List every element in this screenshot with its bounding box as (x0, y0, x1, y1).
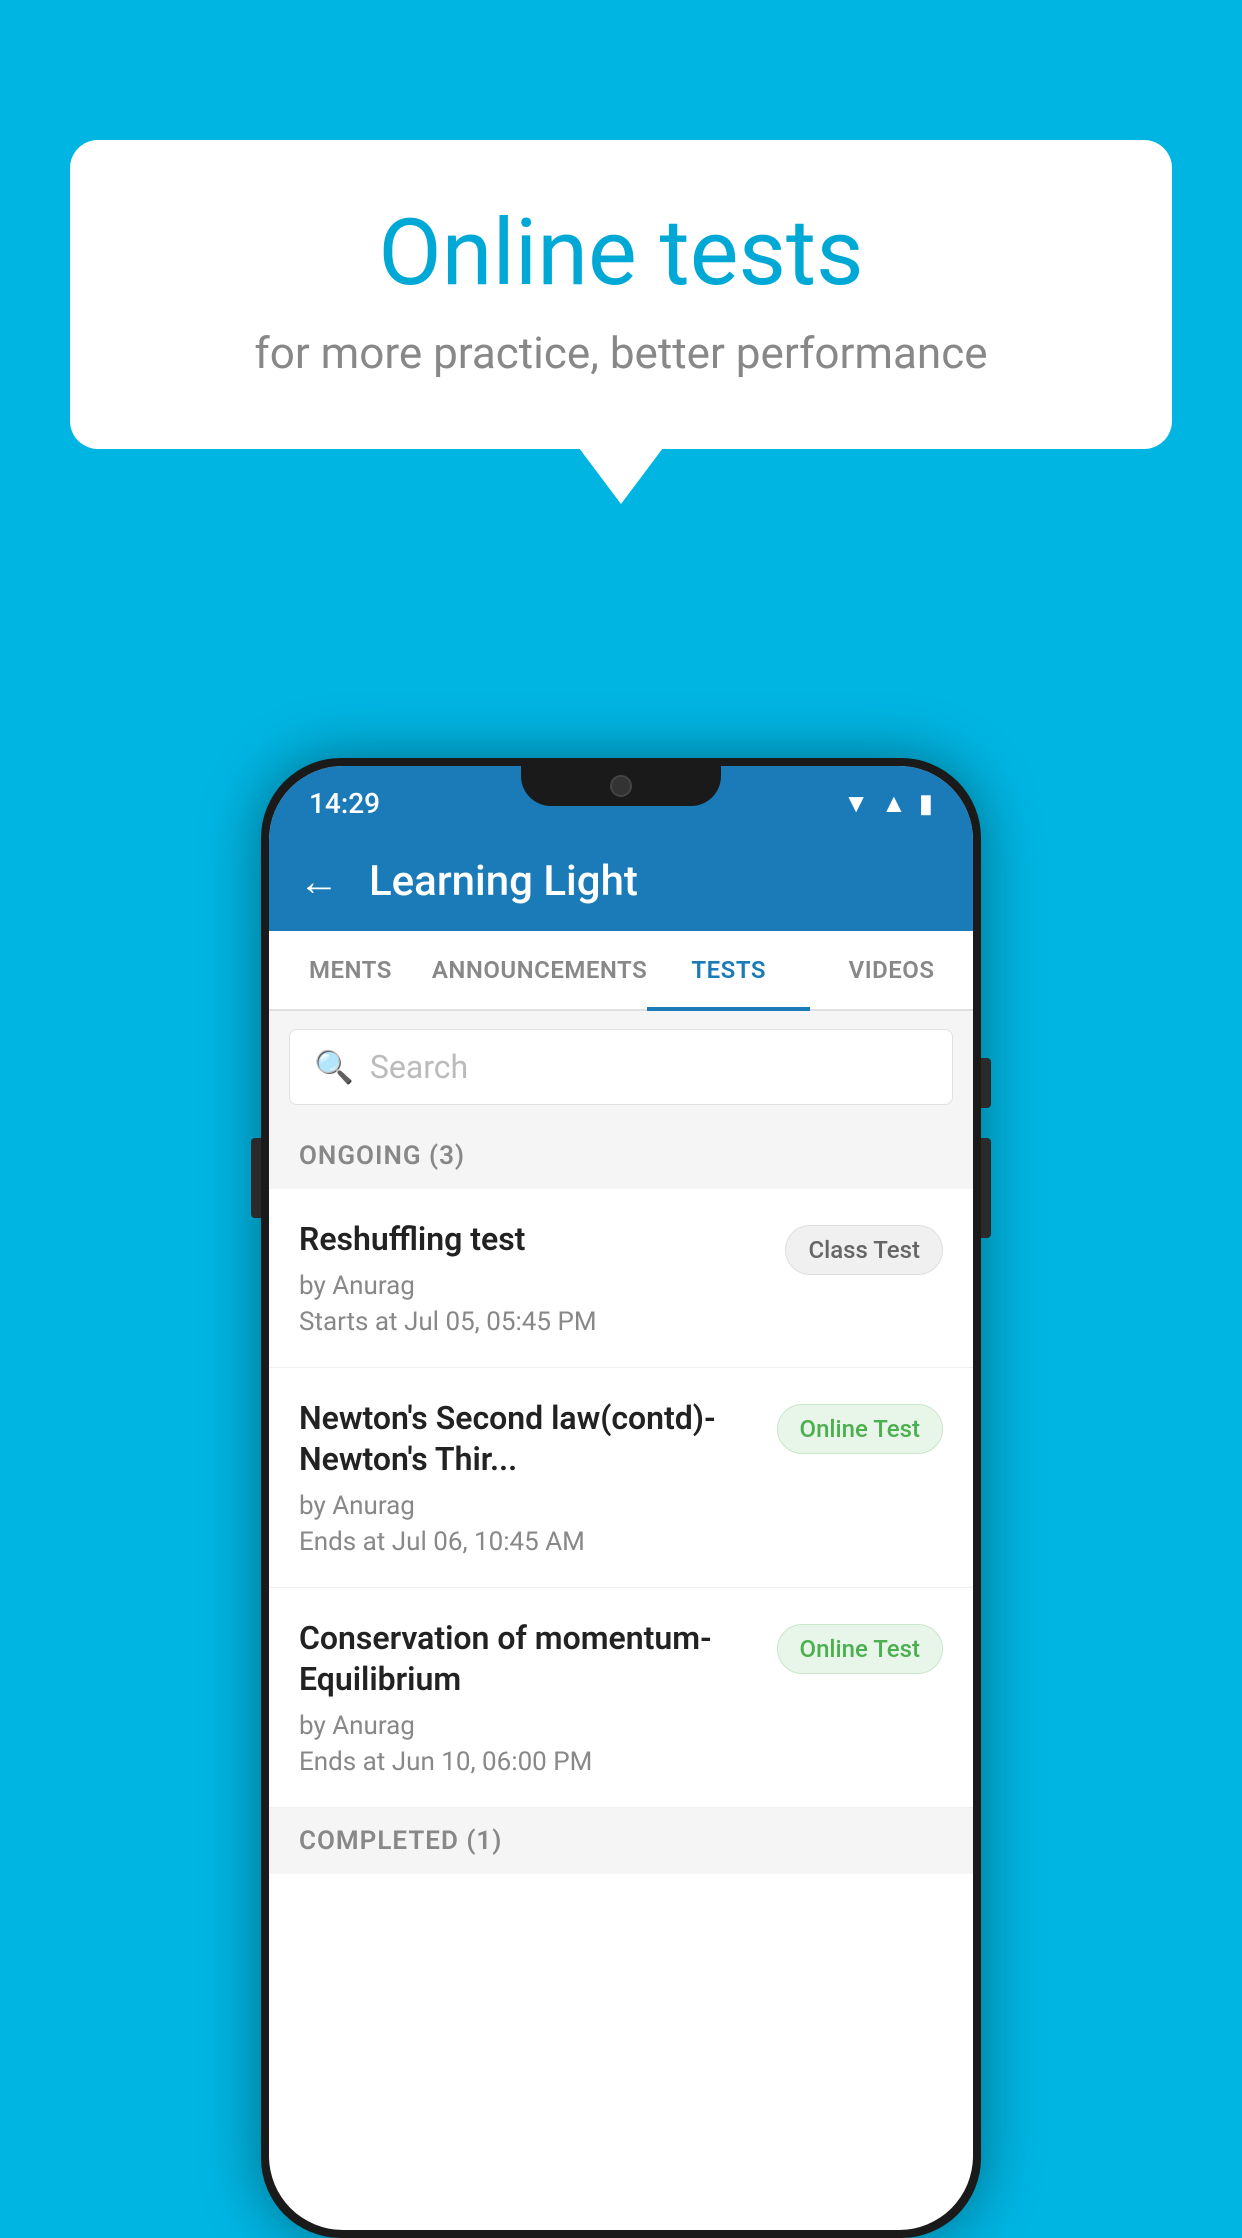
notch-camera (610, 775, 632, 797)
test-badge-3: Online Test (777, 1624, 943, 1674)
status-icons: ▼ ▲ ▮ (843, 788, 933, 819)
ongoing-section-header: ONGOING (3) (269, 1123, 973, 1189)
tab-tests[interactable]: TESTS (647, 931, 810, 1009)
speech-bubble: Online tests for more practice, better p… (70, 140, 1172, 449)
signal-icon: ▲ (881, 788, 907, 819)
tab-videos[interactable]: VIDEOS (810, 931, 973, 1009)
side-button-left (251, 1138, 261, 1218)
app-bar: ← Learning Light (269, 831, 973, 931)
bubble-title: Online tests (150, 200, 1092, 307)
completed-section-header: COMPLETED (1) (269, 1808, 973, 1874)
wifi-icon: ▼ (843, 788, 869, 819)
phone-frame: 14:29 ▼ ▲ ▮ ← Learning Light MENTS ANNOU… (261, 758, 981, 2238)
test-date-3: Ends at Jun 10, 06:00 PM (299, 1747, 757, 1777)
tab-announcements[interactable]: ANNOUNCEMENTS (432, 931, 647, 1009)
test-badge-1: Class Test (785, 1225, 943, 1275)
search-bar-container: 🔍 Search (269, 1011, 973, 1123)
test-info-2: Newton's Second law(contd)-Newton's Thir… (299, 1398, 777, 1557)
app-bar-title: Learning Light (369, 857, 638, 906)
phone-inner: 14:29 ▼ ▲ ▮ ← Learning Light MENTS ANNOU… (269, 766, 973, 2230)
test-author-2: by Anurag (299, 1491, 757, 1521)
test-info-3: Conservation of momentum-Equilibrium by … (299, 1618, 777, 1777)
test-title-2: Newton's Second law(contd)-Newton's Thir… (299, 1398, 757, 1481)
test-date-2: Ends at Jul 06, 10:45 AM (299, 1527, 757, 1557)
test-list: Reshuffling test by Anurag Starts at Jul… (269, 1189, 973, 1808)
status-time: 14:29 (309, 787, 380, 820)
side-button-right-top (981, 1058, 991, 1108)
test-badge-2: Online Test (777, 1404, 943, 1454)
notch (521, 766, 721, 806)
search-input[interactable]: Search (370, 1048, 468, 1086)
test-author-3: by Anurag (299, 1711, 757, 1741)
tab-ments[interactable]: MENTS (269, 931, 432, 1009)
speech-bubble-container: Online tests for more practice, better p… (70, 140, 1172, 449)
tabs-container: MENTS ANNOUNCEMENTS TESTS VIDEOS (269, 931, 973, 1011)
test-title-3: Conservation of momentum-Equilibrium (299, 1618, 757, 1701)
test-info-1: Reshuffling test by Anurag Starts at Jul… (299, 1219, 785, 1337)
search-bar[interactable]: 🔍 Search (289, 1029, 953, 1105)
bubble-subtitle: for more practice, better performance (150, 327, 1092, 379)
test-title-1: Reshuffling test (299, 1219, 765, 1261)
side-button-right-bottom (981, 1138, 991, 1238)
search-icon: 🔍 (314, 1048, 354, 1086)
test-item-1[interactable]: Reshuffling test by Anurag Starts at Jul… (269, 1189, 973, 1368)
test-item-3[interactable]: Conservation of momentum-Equilibrium by … (269, 1588, 973, 1808)
test-author-1: by Anurag (299, 1271, 765, 1301)
back-button[interactable]: ← (299, 858, 339, 905)
battery-icon: ▮ (919, 789, 933, 819)
test-date-1: Starts at Jul 05, 05:45 PM (299, 1307, 765, 1337)
test-item-2[interactable]: Newton's Second law(contd)-Newton's Thir… (269, 1368, 973, 1588)
